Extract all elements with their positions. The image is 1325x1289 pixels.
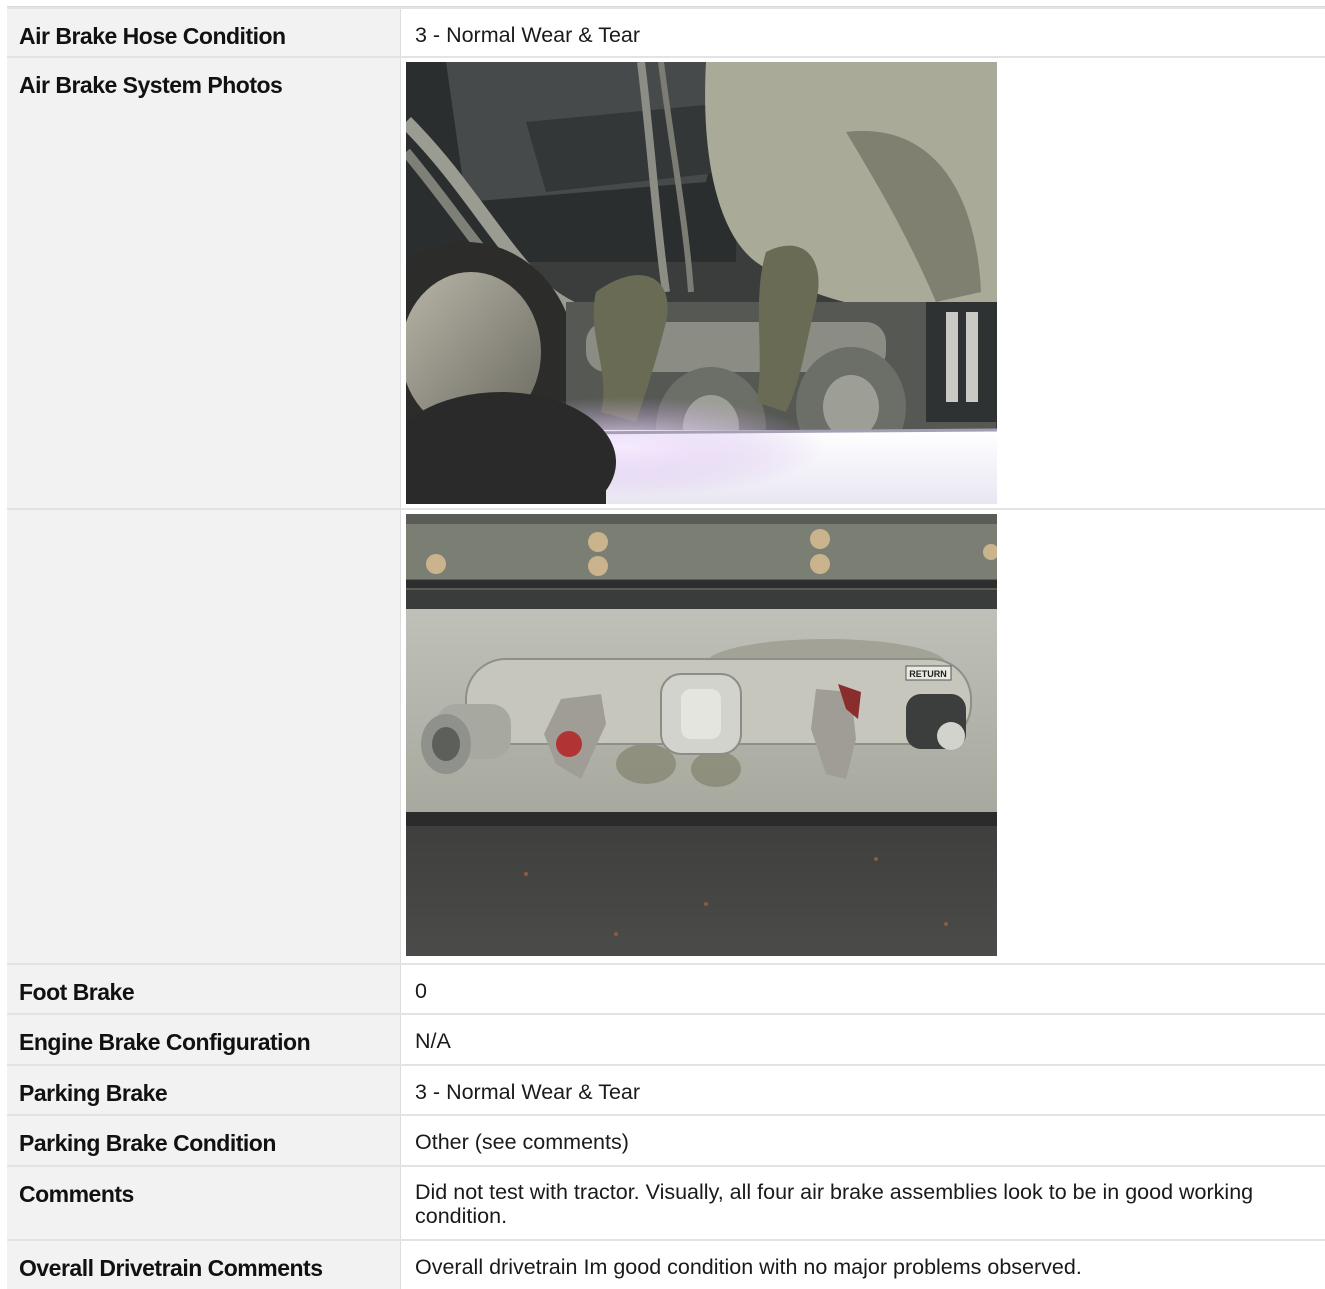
field-label: Engine Brake Configuration (7, 1015, 401, 1066)
row-air-brake-system-photos: Air Brake System Photos (7, 56, 1325, 510)
field-value: Overall drivetrain Im good condition wit… (415, 1255, 1082, 1279)
field-value: N/A (415, 1029, 451, 1053)
row-air-brake-hose-condition: Air Brake Hose Condition 3 - Normal Wear… (7, 7, 1325, 58)
row-overall-drivetrain-comments: Overall Drivetrain Comments Overall driv… (7, 1239, 1325, 1289)
air-brake-undercarriage-photo (406, 62, 997, 504)
return-label: RETURN (909, 669, 947, 679)
field-value: 0 (415, 979, 427, 1003)
photo-cell (401, 58, 1325, 510)
field-label: Overall Drivetrain Comments (7, 1241, 401, 1289)
inspection-report: Air Brake Hose Condition 3 - Normal Wear… (0, 0, 1325, 1289)
field-value: Did not test with tractor. Visually, all… (415, 1180, 1254, 1228)
row-foot-brake: Foot Brake 0 (7, 963, 1325, 1015)
row-parking-brake-condition: Parking Brake Condition Other (see comme… (7, 1114, 1325, 1167)
glad-hands-connection-panel-photo: RETURN (406, 514, 997, 956)
field-value: 3 - Normal Wear & Tear (415, 23, 641, 47)
row-air-brake-photo-2: RETURN (7, 508, 1325, 965)
field-label: Parking Brake Condition (7, 1116, 401, 1167)
row-engine-brake-configuration: Engine Brake Configuration N/A (7, 1013, 1325, 1066)
field-value: 3 - Normal Wear & Tear (415, 1080, 641, 1104)
field-label (7, 510, 401, 965)
field-value: Other (see comments) (415, 1130, 629, 1154)
field-label: Parking Brake (7, 1066, 401, 1116)
field-label: Comments (7, 1167, 401, 1241)
photo-cell: RETURN (401, 510, 1325, 965)
field-label: Air Brake Hose Condition (7, 9, 401, 58)
field-label: Air Brake System Photos (7, 58, 401, 510)
row-parking-brake: Parking Brake 3 - Normal Wear & Tear (7, 1064, 1325, 1116)
field-label: Foot Brake (7, 965, 401, 1015)
row-comments: Comments Did not test with tractor. Visu… (7, 1165, 1325, 1241)
